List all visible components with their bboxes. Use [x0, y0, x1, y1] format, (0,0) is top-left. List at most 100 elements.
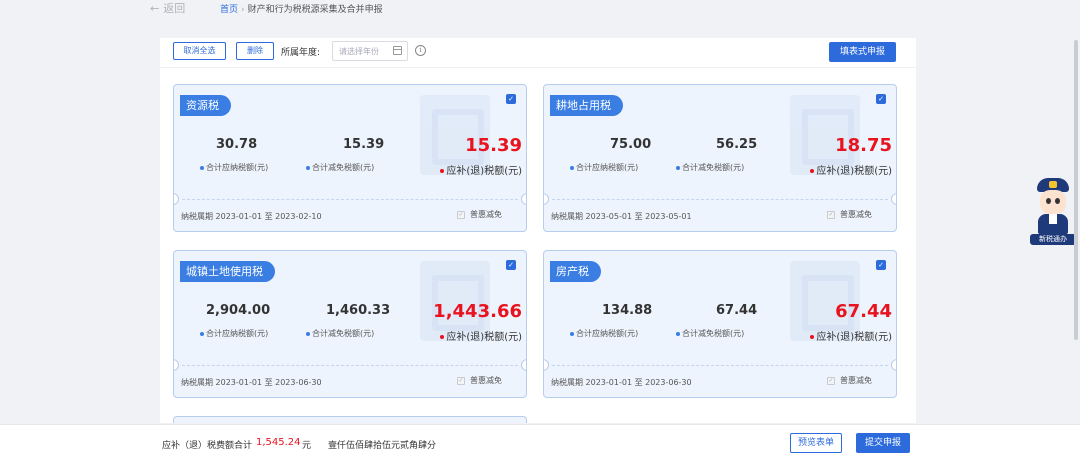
avatar-face [1040, 190, 1066, 214]
bullet-icon [440, 335, 445, 339]
tax-period: 纳税属期 2023-05-01 至 2023-05-01 [551, 212, 692, 221]
card-notch [891, 359, 896, 371]
card-title: 房产税 [550, 261, 601, 282]
sum-value: 1,545.24 [256, 437, 301, 448]
total-payable-value: 30.78 [216, 137, 258, 152]
bullet-icon [810, 335, 815, 339]
card-title: 城镇土地使用税 [180, 261, 275, 282]
total-payable-label: 合计应纳税额(元) [570, 328, 638, 339]
sum-in-words: 壹仟伍佰肆拾伍元贰角肆分 [328, 441, 437, 451]
preference-checkbox: ✓ 普惠减免 [827, 210, 872, 219]
top-bar: ← 返回 首页 › 财产和行为税税源采集及合并申报 [0, 0, 1080, 18]
deselect-all-button[interactable]: 取消全选 [173, 42, 226, 60]
tax-card-urban-land[interactable]: 城镇土地使用税 ✓ 2,904.00 合计应纳税额(元) 1,460.33 合计… [173, 250, 527, 398]
tax-period: 纳税属期 2023-01-01 至 2023-06-30 [181, 378, 322, 387]
year-label: 所属年度: [281, 48, 321, 58]
card-divider [552, 199, 888, 200]
breadcrumb-separator: › [241, 5, 245, 15]
avatar-eye [1046, 198, 1051, 204]
sum-unit: 元 [302, 441, 312, 451]
refund-label: 应补(退)税额(元) [440, 328, 522, 343]
refund-value: 1,443.66 [433, 301, 522, 322]
tax-card-property[interactable]: 房产税 ✓ 134.88 合计应纳税额(元) 67.44 合计减免税额(元) 6… [543, 250, 897, 398]
bullet-icon [570, 165, 574, 170]
year-picker[interactable]: 请选择年份 [332, 41, 408, 61]
card-notch [174, 193, 179, 205]
submit-declaration-button[interactable]: 提交申报 [856, 433, 911, 453]
preview-form-button[interactable]: 预览表单 [790, 433, 843, 453]
breadcrumb: 首页 › 财产和行为税税源采集及合并申报 [220, 2, 383, 15]
card-checkbox[interactable]: ✓ [506, 260, 516, 270]
calendar-icon [393, 46, 402, 55]
avatar-eye [1055, 198, 1060, 204]
card-title: 资源税 [180, 95, 231, 116]
fill-form-button[interactable]: 填表式申报 [828, 42, 896, 62]
back-arrow-icon: ← [150, 2, 160, 15]
card-notch [544, 359, 549, 371]
preference-checkbox: ✓ 普惠减免 [827, 376, 872, 385]
card-notch [521, 359, 526, 371]
year-placeholder: 请选择年份 [339, 47, 379, 56]
preference-checkbox: ✓ 普惠减免 [457, 376, 502, 385]
card-divider [182, 365, 518, 366]
info-icon[interactable]: i [415, 45, 426, 56]
bullet-icon [676, 331, 680, 336]
card-notch [891, 193, 896, 205]
disabled-check-icon: ✓ [827, 210, 835, 219]
bullet-icon [440, 169, 445, 173]
sum-label: 应补（退）税费额合计 [162, 441, 253, 451]
card-notch [174, 359, 179, 371]
card-divider [552, 365, 888, 366]
card-checkbox[interactable]: ✓ [876, 94, 886, 104]
bullet-icon [676, 165, 680, 170]
breadcrumb-home[interactable]: 首页 [220, 5, 238, 15]
total-relief-value: 67.44 [716, 303, 758, 318]
total-payable-label: 合计应纳税额(元) [570, 162, 638, 173]
total-relief-label: 合计减免税额(元) [306, 328, 374, 339]
bullet-icon [200, 331, 204, 336]
assistant-avatar[interactable]: 新税通办 [1030, 176, 1076, 246]
footer-bar: 应补（退）税费额合计 1,545.24 元 壹仟伍佰肆拾伍元贰角肆分 预览表单 … [0, 424, 1080, 460]
bullet-icon [570, 331, 574, 336]
page-scrollbar[interactable] [1074, 40, 1078, 340]
back-label: 返回 [163, 2, 186, 15]
refund-value: 15.39 [465, 135, 522, 156]
card-divider [182, 199, 518, 200]
avatar-hat-badge [1049, 181, 1057, 188]
preference-checkbox: ✓ 普惠减免 [457, 210, 502, 219]
refund-label: 应补(退)税额(元) [810, 328, 892, 343]
bullet-icon [810, 169, 815, 173]
card-checkbox[interactable]: ✓ [876, 260, 886, 270]
bullet-icon [200, 165, 204, 170]
card-notch [544, 193, 549, 205]
tax-period: 纳税属期 2023-01-01 至 2023-02-10 [181, 212, 322, 221]
total-relief-value: 56.25 [716, 137, 758, 152]
breadcrumb-current: 财产和行为税税源采集及合并申报 [247, 5, 383, 15]
total-relief-label: 合计减免税额(元) [306, 162, 374, 173]
total-payable-label: 合计应纳税额(元) [200, 162, 268, 173]
refund-value: 18.75 [835, 135, 892, 156]
disabled-check-icon: ✓ [457, 210, 465, 219]
total-relief-value: 15.39 [343, 137, 385, 152]
card-checkbox[interactable]: ✓ [506, 94, 516, 104]
total-payable-label: 合计应纳税额(元) [200, 328, 268, 339]
delete-button[interactable]: 删除 [236, 42, 274, 60]
tax-card-farmland[interactable]: 耕地占用税 ✓ 75.00 合计应纳税额(元) 56.25 合计减免税额(元) … [543, 84, 897, 232]
refund-value: 67.44 [835, 301, 892, 322]
toolbar: 取消全选 删除 所属年度: 请选择年份 i 填表式申报 [160, 38, 916, 68]
refund-label: 应补(退)税额(元) [810, 162, 892, 177]
main-panel: 取消全选 删除 所属年度: 请选择年份 i 填表式申报 资源税 ✓ 30.78 … [160, 38, 916, 423]
card-title: 耕地占用税 [550, 95, 623, 116]
assistant-tag: 新税通办 [1030, 234, 1076, 245]
back-link[interactable]: ← 返回 [150, 0, 185, 16]
total-relief-label: 合计减免税额(元) [676, 162, 744, 173]
total-payable-value: 134.88 [602, 303, 653, 318]
tax-period: 纳税属期 2023-01-01 至 2023-06-30 [551, 378, 692, 387]
total-payable-value: 2,904.00 [206, 303, 271, 318]
disabled-check-icon: ✓ [827, 376, 835, 385]
total-payable-value: 75.00 [610, 137, 652, 152]
disabled-check-icon: ✓ [457, 376, 465, 385]
tax-card-resource[interactable]: 资源税 ✓ 30.78 合计应纳税额(元) 15.39 合计减免税额(元) 15… [173, 84, 527, 232]
tax-card-next-partial[interactable] [173, 416, 527, 423]
card-notch [521, 193, 526, 205]
